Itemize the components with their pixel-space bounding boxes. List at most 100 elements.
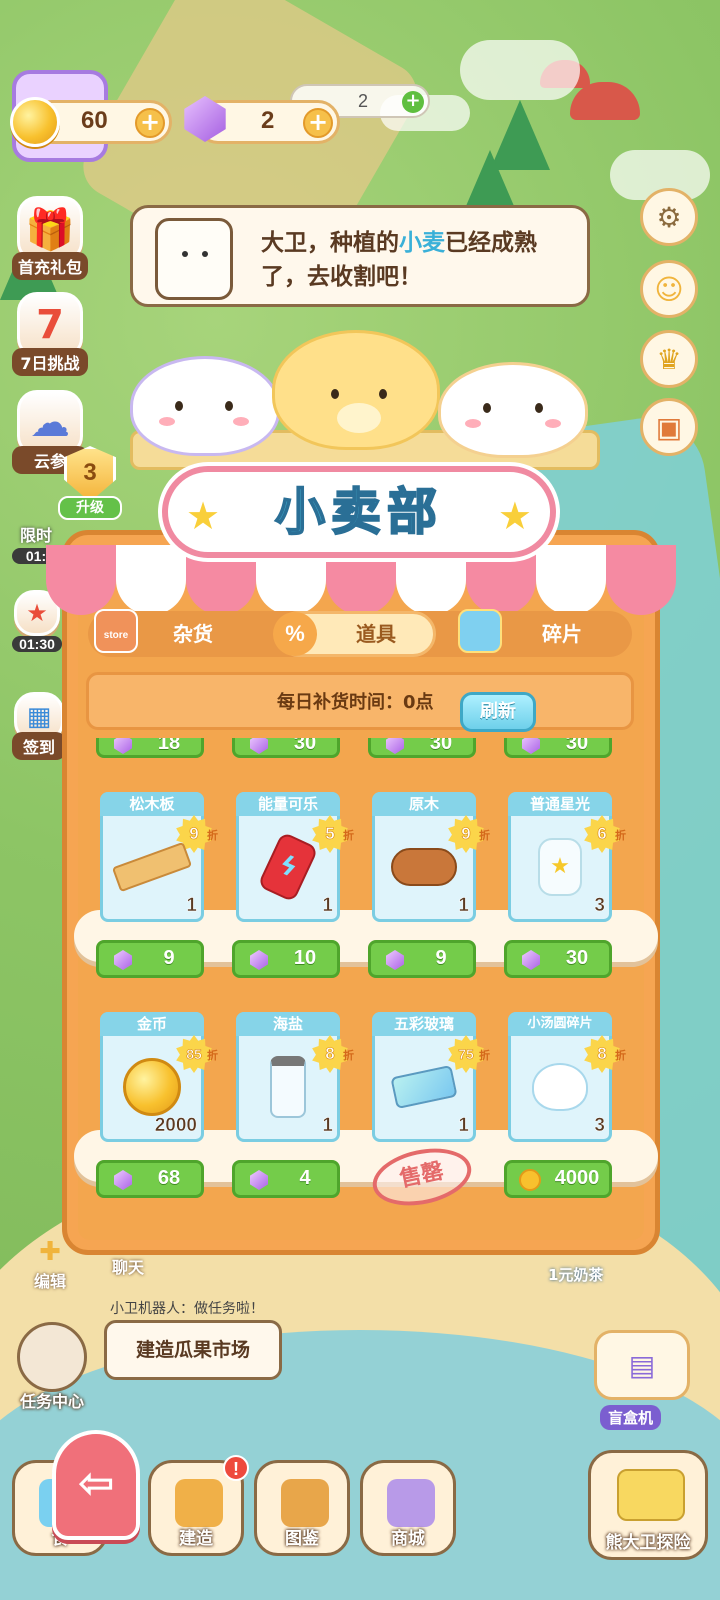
exit-shop-button[interactable]: ⇦ bbox=[52, 1430, 140, 1540]
chat-button[interactable]: 聊天 bbox=[98, 1258, 158, 1280]
backpack-button[interactable]: ▣ bbox=[640, 398, 698, 456]
npc-message-text: 大卫，种植的小麦已经成熟了，去收割吧！ bbox=[261, 226, 581, 294]
discount-badge: 5折 bbox=[311, 815, 355, 855]
shop-item-card[interactable]: 五彩玻璃 75 折 1 bbox=[372, 1012, 490, 1142]
nav-build[interactable]: 建造 ! bbox=[148, 1455, 249, 1556]
price-value: 30 bbox=[565, 947, 589, 969]
shop-item-card[interactable]: 金币 85 折 2000 bbox=[100, 1012, 218, 1142]
secondary-currency-value: 2 bbox=[358, 91, 369, 111]
gem-icon bbox=[386, 950, 404, 970]
price-button[interactable]: 10 bbox=[232, 940, 340, 978]
shop-tabs: store 杂货 % 道具 碎片 bbox=[88, 609, 632, 657]
chat-face-icon: ☺ bbox=[654, 272, 684, 306]
seven-day-label: 7日挑战 bbox=[12, 348, 88, 376]
glass-icon bbox=[390, 1064, 458, 1110]
item-name: 原木 bbox=[372, 792, 476, 816]
star-icon: ★ bbox=[497, 494, 532, 538]
store-icon: store bbox=[94, 609, 138, 653]
discount-badge: 8折 bbox=[311, 1035, 355, 1075]
nav-mall-label: 商城 bbox=[391, 1529, 425, 1549]
price-value: 9 bbox=[163, 947, 175, 969]
price-button[interactable]: 9 bbox=[96, 940, 204, 978]
item-name: 小汤圆碎片 bbox=[508, 1012, 612, 1036]
tab-items[interactable]: % 道具 bbox=[273, 611, 436, 657]
shop-item-card[interactable]: 松木板 9折 1 bbox=[100, 792, 218, 922]
shop-item-card[interactable]: 普通星光 6折 ★ 3 bbox=[508, 792, 626, 922]
task-center-button[interactable]: 任务中心 bbox=[10, 1322, 94, 1412]
milk-tea-label[interactable]: 1元奶茶 bbox=[540, 1262, 611, 1287]
coin-value: 60 bbox=[81, 107, 108, 134]
settings-button[interactable]: ⚙ bbox=[640, 188, 698, 246]
item-name: 松木板 bbox=[100, 792, 204, 816]
item-name: 普通星光 bbox=[508, 792, 612, 816]
price-value: 4000 bbox=[554, 1167, 600, 1189]
shop-item-card[interactable]: 小汤圆碎片 8折 3 bbox=[508, 1012, 626, 1142]
seven-day-challenge-button[interactable]: 7 7日挑战 bbox=[12, 292, 88, 376]
shop-item-card[interactable]: 原木 9折 1 bbox=[372, 792, 490, 922]
shop-level-badge[interactable]: 3 升级 bbox=[42, 446, 142, 526]
item-quantity: 2000 bbox=[154, 1115, 197, 1137]
first-recharge-gift-button[interactable]: 🎁 首充礼包 bbox=[12, 196, 88, 280]
secondary-add-icon[interactable]: + bbox=[402, 91, 424, 113]
coin-icon bbox=[519, 1169, 541, 1191]
first-recharge-label: 首充礼包 bbox=[12, 252, 88, 280]
percent-icon: % bbox=[273, 612, 317, 656]
trophy-icon: ♛ bbox=[656, 342, 682, 376]
price-value: 4 bbox=[299, 1167, 311, 1189]
discount-badge: 6折 bbox=[583, 815, 627, 855]
price-tag[interactable]: 30 bbox=[232, 738, 340, 758]
current-task-card[interactable]: 建造瓜果市场 bbox=[104, 1320, 282, 1380]
nav-build-label: 建造 bbox=[179, 1529, 213, 1549]
gold-coin-icon bbox=[123, 1057, 181, 1116]
cart-icon bbox=[387, 1479, 435, 1527]
nav-collection-label: 图鉴 bbox=[285, 1529, 319, 1549]
gift-icon: 🎁 bbox=[17, 196, 83, 262]
price-button[interactable]: 68 bbox=[96, 1160, 204, 1198]
price-button[interactable]: 4 bbox=[232, 1160, 340, 1198]
gem-value: 2 bbox=[261, 107, 275, 134]
discount-badge: 85 折 bbox=[175, 1035, 219, 1075]
price-tag[interactable]: 30 bbox=[368, 738, 476, 758]
item-quantity: 1 bbox=[322, 1115, 333, 1137]
tab-items-label: 道具 bbox=[356, 622, 396, 646]
task-center-label: 任务中心 bbox=[19, 1392, 84, 1411]
upgrade-button[interactable]: 升级 bbox=[58, 496, 122, 520]
nav-mall[interactable]: 商城 bbox=[360, 1460, 456, 1556]
cola-can-icon: ϟ bbox=[257, 831, 319, 903]
tab-fragments[interactable]: 碎片 bbox=[458, 609, 622, 657]
mascot-left bbox=[130, 356, 280, 456]
alert-badge: ! bbox=[223, 1455, 249, 1481]
shop-level: 3 bbox=[64, 446, 116, 502]
price-value: 30 bbox=[429, 738, 453, 754]
tangyuan-shard-icon bbox=[532, 1062, 588, 1111]
chat-face-button[interactable]: ☺ bbox=[640, 260, 698, 318]
item-quantity: 1 bbox=[186, 895, 197, 917]
item-quantity: 3 bbox=[594, 895, 605, 917]
trophy-button[interactable]: ♛ bbox=[640, 330, 698, 388]
explore-button[interactable]: 熊大卫探险 bbox=[588, 1450, 708, 1560]
npc-message-bubble[interactable]: 大卫，种植的小麦已经成熟了，去收割吧！ bbox=[130, 205, 590, 307]
price-button[interactable]: 30 bbox=[504, 940, 612, 978]
salt-bottle-icon bbox=[270, 1055, 306, 1118]
shop-item-card[interactable]: 能量可乐 5折 ϟ 1 bbox=[236, 792, 354, 922]
backpack-icon: ▣ bbox=[655, 410, 683, 444]
edit-button[interactable]: ✚ 编辑 bbox=[20, 1228, 80, 1294]
price-value: 10 bbox=[293, 947, 317, 969]
npc-message-highlight: 小麦 bbox=[399, 230, 445, 256]
add-gems-button[interactable]: + bbox=[303, 108, 333, 138]
price-tag[interactable]: 18 bbox=[96, 738, 204, 758]
price-button[interactable]: 4000 bbox=[504, 1160, 612, 1198]
nav-collection[interactable]: 图鉴 bbox=[254, 1460, 350, 1556]
item-name: 金币 bbox=[100, 1012, 204, 1036]
price-tag[interactable]: 30 bbox=[504, 738, 612, 758]
sign-in-button[interactable]: ▦ 签到 bbox=[12, 692, 66, 760]
item-quantity: 1 bbox=[322, 895, 333, 917]
tab-groceries[interactable]: store 杂货 bbox=[94, 609, 248, 657]
price-button[interactable]: 9 bbox=[368, 940, 476, 978]
blind-box-button[interactable]: ▤ bbox=[594, 1330, 690, 1400]
shop-item-card[interactable]: 海盐 8折 1 bbox=[236, 1012, 354, 1142]
refresh-button[interactable]: 刷新 bbox=[460, 692, 536, 732]
vending-machine-icon: ▤ bbox=[628, 1348, 656, 1382]
add-coins-button[interactable]: + bbox=[135, 108, 165, 138]
explore-label: 熊大卫探险 bbox=[605, 1533, 691, 1553]
